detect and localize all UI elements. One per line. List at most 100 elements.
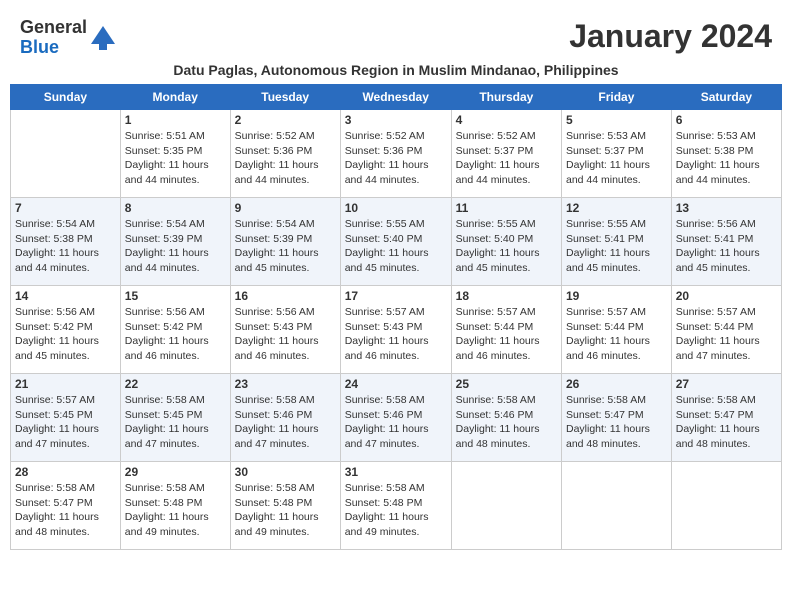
calendar-cell: 24 Sunrise: 5:58 AMSunset: 5:46 PMDayligh…: [340, 374, 451, 462]
week-row-2: 7 Sunrise: 5:54 AMSunset: 5:38 PMDaylight…: [11, 198, 782, 286]
calendar-cell: 10 Sunrise: 5:55 AMSunset: 5:40 PMDayligh…: [340, 198, 451, 286]
day-detail: Sunrise: 5:55 AMSunset: 5:40 PMDaylight:…: [345, 217, 447, 276]
day-detail: Sunrise: 5:54 AMSunset: 5:38 PMDaylight:…: [15, 217, 116, 276]
day-number: 5: [566, 113, 667, 127]
calendar-cell: [451, 462, 561, 550]
month-title: January 2024: [569, 18, 772, 55]
day-detail: Sunrise: 5:57 AMSunset: 5:45 PMDaylight:…: [15, 393, 116, 452]
day-number: 15: [125, 289, 226, 303]
day-number: 27: [676, 377, 777, 391]
calendar-cell: 11 Sunrise: 5:55 AMSunset: 5:40 PMDayligh…: [451, 198, 561, 286]
column-header-thursday: Thursday: [451, 85, 561, 110]
logo: General Blue: [20, 18, 117, 58]
calendar-cell: 18Sunrise: 5:57 AMSunset: 5:44 PMDayligh…: [451, 286, 561, 374]
day-number: 11: [456, 201, 557, 215]
day-detail: Sunrise: 5:58 AMSunset: 5:46 PMDaylight:…: [456, 393, 557, 452]
calendar-cell: 16Sunrise: 5:56 AMSunset: 5:43 PMDayligh…: [230, 286, 340, 374]
week-row-4: 21 Sunrise: 5:57 AMSunset: 5:45 PMDayligh…: [11, 374, 782, 462]
calendar-cell: 29Sunrise: 5:58 AMSunset: 5:48 PMDayligh…: [120, 462, 230, 550]
day-detail: Sunrise: 5:58 AMSunset: 5:48 PMDaylight:…: [235, 481, 336, 540]
day-number: 12: [566, 201, 667, 215]
calendar-header-row: SundayMondayTuesdayWednesdayThursdayFrid…: [11, 85, 782, 110]
day-detail: Sunrise: 5:58 AMSunset: 5:47 PMDaylight:…: [676, 393, 777, 452]
day-number: 24: [345, 377, 447, 391]
day-detail: Sunrise: 5:58 AMSunset: 5:48 PMDaylight:…: [345, 481, 447, 540]
calendar-cell: [671, 462, 781, 550]
day-detail: Sunrise: 5:58 AMSunset: 5:46 PMDaylight:…: [235, 393, 336, 452]
calendar-cell: 6 Sunrise: 5:53 AMSunset: 5:38 PMDaylight…: [671, 110, 781, 198]
day-number: 7: [15, 201, 116, 215]
calendar-cell: 14 Sunrise: 5:56 AMSunset: 5:42 PMDayligh…: [11, 286, 121, 374]
day-number: 1: [125, 113, 226, 127]
week-row-3: 14 Sunrise: 5:56 AMSunset: 5:42 PMDayligh…: [11, 286, 782, 374]
calendar-cell: 5 Sunrise: 5:53 AMSunset: 5:37 PMDaylight…: [561, 110, 671, 198]
calendar-cell: 3 Sunrise: 5:52 AMSunset: 5:36 PMDaylight…: [340, 110, 451, 198]
day-number: 22: [125, 377, 226, 391]
page-header: General Blue January 2024: [10, 10, 782, 62]
column-header-sunday: Sunday: [11, 85, 121, 110]
calendar-cell: 1 Sunrise: 5:51 AMSunset: 5:35 PMDaylight…: [120, 110, 230, 198]
day-detail: Sunrise: 5:51 AMSunset: 5:35 PMDaylight:…: [125, 129, 226, 188]
day-number: 23: [235, 377, 336, 391]
day-number: 4: [456, 113, 557, 127]
day-detail: Sunrise: 5:56 AMSunset: 5:41 PMDaylight:…: [676, 217, 777, 276]
calendar-cell: 9Sunrise: 5:54 AMSunset: 5:39 PMDaylight…: [230, 198, 340, 286]
day-detail: Sunrise: 5:54 AMSunset: 5:39 PMDaylight:…: [235, 217, 336, 276]
day-number: 6: [676, 113, 777, 127]
column-header-monday: Monday: [120, 85, 230, 110]
day-detail: Sunrise: 5:57 AMSunset: 5:44 PMDaylight:…: [676, 305, 777, 364]
day-number: 25: [456, 377, 557, 391]
week-row-1: 1 Sunrise: 5:51 AMSunset: 5:35 PMDaylight…: [11, 110, 782, 198]
day-detail: Sunrise: 5:57 AMSunset: 5:44 PMDaylight:…: [566, 305, 667, 364]
calendar-cell: 4Sunrise: 5:52 AMSunset: 5:37 PMDaylight…: [451, 110, 561, 198]
day-number: 21: [15, 377, 116, 391]
calendar-cell: 21 Sunrise: 5:57 AMSunset: 5:45 PMDayligh…: [11, 374, 121, 462]
day-number: 20: [676, 289, 777, 303]
day-number: 3: [345, 113, 447, 127]
week-row-5: 28 Sunrise: 5:58 AMSunset: 5:47 PMDayligh…: [11, 462, 782, 550]
calendar-cell: 15 Sunrise: 5:56 AMSunset: 5:42 PMDayligh…: [120, 286, 230, 374]
calendar-cell: 13Sunrise: 5:56 AMSunset: 5:41 PMDayligh…: [671, 198, 781, 286]
calendar-cell: 22 Sunrise: 5:58 AMSunset: 5:45 PMDayligh…: [120, 374, 230, 462]
column-header-wednesday: Wednesday: [340, 85, 451, 110]
calendar-cell: 23 Sunrise: 5:58 AMSunset: 5:46 PMDayligh…: [230, 374, 340, 462]
calendar-cell: 30 Sunrise: 5:58 AMSunset: 5:48 PMDayligh…: [230, 462, 340, 550]
column-header-tuesday: Tuesday: [230, 85, 340, 110]
day-detail: Sunrise: 5:58 AMSunset: 5:47 PMDaylight:…: [566, 393, 667, 452]
calendar-cell: 19Sunrise: 5:57 AMSunset: 5:44 PMDayligh…: [561, 286, 671, 374]
column-header-saturday: Saturday: [671, 85, 781, 110]
day-number: 30: [235, 465, 336, 479]
calendar-cell: 27 Sunrise: 5:58 AMSunset: 5:47 PMDayligh…: [671, 374, 781, 462]
day-detail: Sunrise: 5:58 AMSunset: 5:46 PMDaylight:…: [345, 393, 447, 452]
day-detail: Sunrise: 5:52 AMSunset: 5:36 PMDaylight:…: [345, 129, 447, 188]
day-number: 26: [566, 377, 667, 391]
day-detail: Sunrise: 5:55 AMSunset: 5:41 PMDaylight:…: [566, 217, 667, 276]
day-detail: Sunrise: 5:53 AMSunset: 5:38 PMDaylight:…: [676, 129, 777, 188]
day-number: 31: [345, 465, 447, 479]
calendar-cell: [561, 462, 671, 550]
calendar-table: SundayMondayTuesdayWednesdayThursdayFrid…: [10, 84, 782, 550]
day-detail: Sunrise: 5:56 AMSunset: 5:42 PMDaylight:…: [15, 305, 116, 364]
day-number: 16: [235, 289, 336, 303]
day-detail: Sunrise: 5:58 AMSunset: 5:47 PMDaylight:…: [15, 481, 116, 540]
day-detail: Sunrise: 5:58 AMSunset: 5:45 PMDaylight:…: [125, 393, 226, 452]
day-number: 2: [235, 113, 336, 127]
calendar-cell: 25 Sunrise: 5:58 AMSunset: 5:46 PMDayligh…: [451, 374, 561, 462]
logo-text-general: General: [20, 17, 87, 37]
day-number: 14: [15, 289, 116, 303]
day-number: 10: [345, 201, 447, 215]
day-number: 28: [15, 465, 116, 479]
calendar-cell: 8Sunrise: 5:54 AMSunset: 5:39 PMDaylight…: [120, 198, 230, 286]
day-detail: Sunrise: 5:52 AMSunset: 5:36 PMDaylight:…: [235, 129, 336, 188]
day-number: 8: [125, 201, 226, 215]
calendar-cell: 17 Sunrise: 5:57 AMSunset: 5:43 PMDayligh…: [340, 286, 451, 374]
calendar-cell: 2 Sunrise: 5:52 AMSunset: 5:36 PMDaylight…: [230, 110, 340, 198]
day-detail: Sunrise: 5:53 AMSunset: 5:37 PMDaylight:…: [566, 129, 667, 188]
day-detail: Sunrise: 5:56 AMSunset: 5:42 PMDaylight:…: [125, 305, 226, 364]
day-number: 17: [345, 289, 447, 303]
column-header-friday: Friday: [561, 85, 671, 110]
location-title: Datu Paglas, Autonomous Region in Muslim…: [10, 62, 782, 78]
day-detail: Sunrise: 5:55 AMSunset: 5:40 PMDaylight:…: [456, 217, 557, 276]
day-detail: Sunrise: 5:57 AMSunset: 5:43 PMDaylight:…: [345, 305, 447, 364]
day-detail: Sunrise: 5:57 AMSunset: 5:44 PMDaylight:…: [456, 305, 557, 364]
